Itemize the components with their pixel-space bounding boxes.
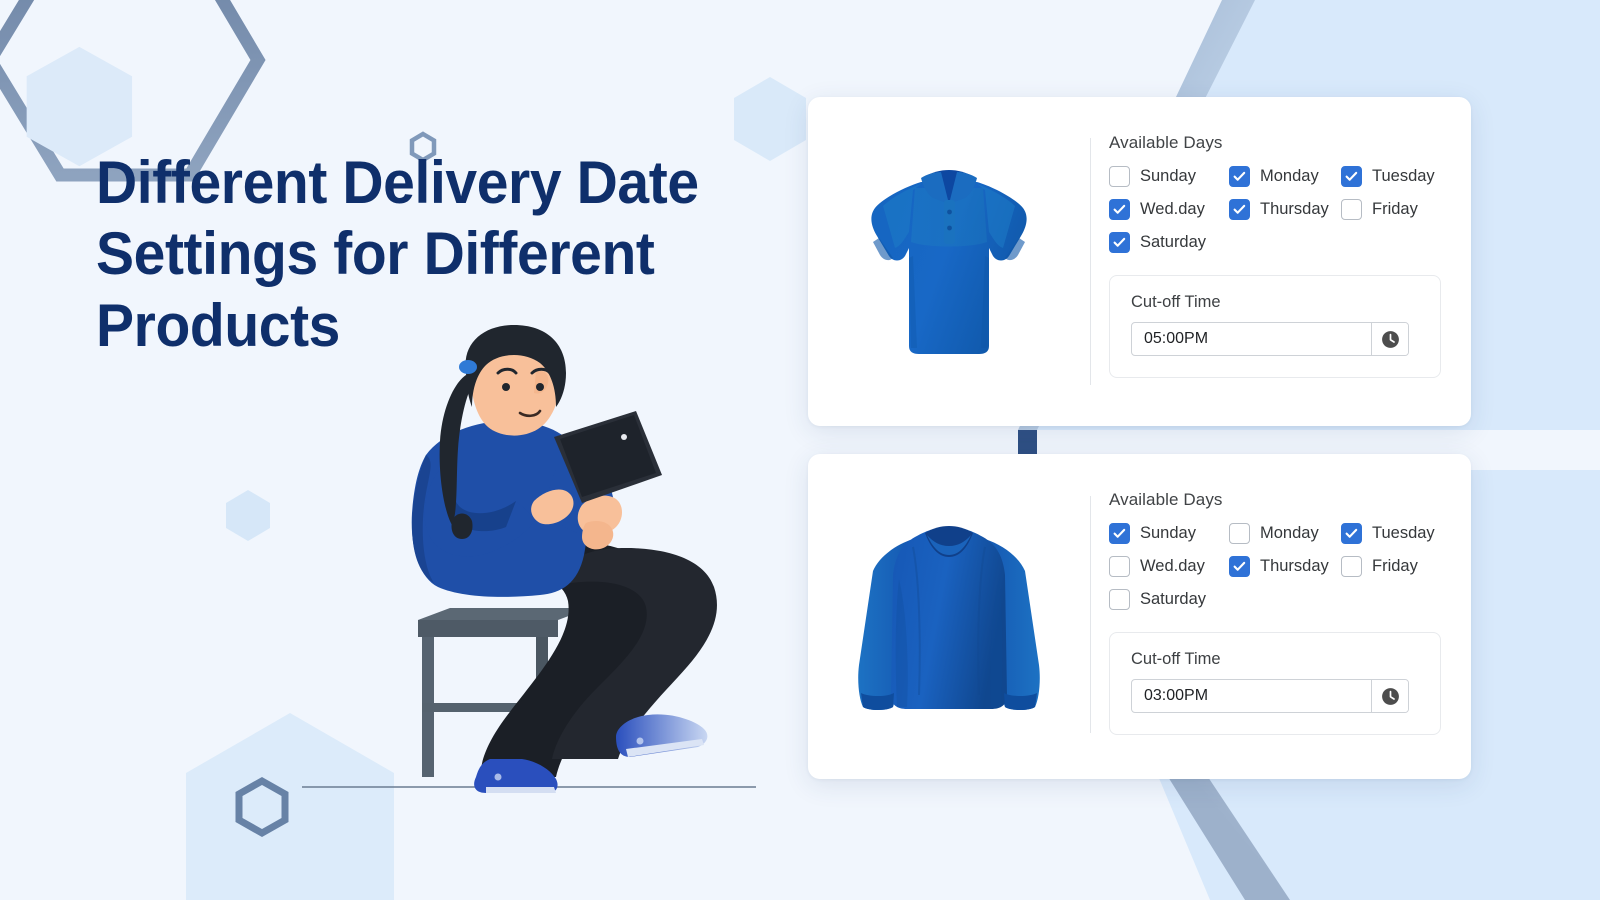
card-settings-body: Available Days Sunday Monday Tuesday Wed… <box>1091 454 1471 779</box>
cutoff-time-input[interactable]: 03:00PM <box>1132 680 1371 712</box>
poster-canvas: Different Delivery Date Settings for Dif… <box>0 0 1600 900</box>
day-checkbox-thursday[interactable]: Thursday <box>1229 556 1341 577</box>
day-label: Saturday <box>1140 590 1207 608</box>
available-days-grid: Sunday Monday Tuesday Wed.day Thursday F… <box>1109 166 1471 253</box>
checkbox-icon[interactable] <box>1229 523 1250 544</box>
cutoff-time-label: Cut-off Time <box>1131 650 1221 668</box>
day-checkbox-wednesday[interactable]: Wed.day <box>1109 199 1229 220</box>
day-label: Thursday <box>1260 200 1329 218</box>
checkbox-icon[interactable] <box>1341 556 1362 577</box>
day-checkbox-tuesday[interactable]: Tuesday <box>1341 523 1471 544</box>
cutoff-time-field[interactable]: 03:00PM <box>1131 679 1409 713</box>
polo-shirt-icon <box>871 169 1027 354</box>
day-label: Friday <box>1372 200 1418 218</box>
cutoff-time-field[interactable]: 05:00PM <box>1131 322 1409 356</box>
available-days-label: Available Days <box>1109 133 1223 152</box>
day-checkbox-monday[interactable]: Monday <box>1229 523 1341 544</box>
day-checkbox-friday[interactable]: Friday <box>1341 556 1471 577</box>
checkbox-icon[interactable] <box>1229 166 1250 187</box>
checkbox-icon[interactable] <box>1109 556 1130 577</box>
available-days-grid: Sunday Monday Tuesday Wed.day Thursday F… <box>1109 523 1471 610</box>
cutoff-time-label: Cut-off Time <box>1131 293 1221 311</box>
checkbox-icon[interactable] <box>1229 556 1250 577</box>
day-checkbox-friday[interactable]: Friday <box>1341 199 1471 220</box>
day-checkbox-sunday[interactable]: Sunday <box>1109 166 1229 187</box>
product-thumbnail-polo[interactable] <box>808 97 1090 426</box>
day-label: Friday <box>1372 557 1418 575</box>
hero-illustration <box>300 325 760 800</box>
day-label: Monday <box>1260 167 1319 185</box>
cutoff-time-input[interactable]: 05:00PM <box>1132 323 1371 355</box>
checkbox-icon[interactable] <box>1341 523 1362 544</box>
day-checkbox-wednesday[interactable]: Wed.day <box>1109 556 1229 577</box>
day-checkbox-tuesday[interactable]: Tuesday <box>1341 166 1471 187</box>
day-label: Tuesday <box>1372 524 1435 542</box>
checkbox-icon[interactable] <box>1109 523 1130 544</box>
cutoff-time-section: Cut-off Time 03:00PM <box>1109 632 1441 735</box>
checkbox-icon[interactable] <box>1109 589 1130 610</box>
day-label: Wed.day <box>1140 200 1205 218</box>
checkbox-icon[interactable] <box>1109 199 1130 220</box>
delivery-settings-card: Available Days Sunday Monday Tuesday Wed… <box>808 454 1471 779</box>
clock-icon[interactable] <box>1371 680 1408 712</box>
day-label: Saturday <box>1140 233 1207 251</box>
card-settings-body: Available Days Sunday Monday Tuesday Wed… <box>1091 97 1471 426</box>
day-checkbox-saturday[interactable]: Saturday <box>1109 232 1229 253</box>
checkbox-icon[interactable] <box>1341 199 1362 220</box>
day-label: Tuesday <box>1372 167 1435 185</box>
day-checkbox-saturday[interactable]: Saturday <box>1109 589 1229 610</box>
checkbox-icon[interactable] <box>1341 166 1362 187</box>
day-checkbox-monday[interactable]: Monday <box>1229 166 1341 187</box>
day-label: Monday <box>1260 524 1319 542</box>
day-label: Sunday <box>1140 524 1196 542</box>
day-label: Thursday <box>1260 557 1329 575</box>
delivery-settings-card: Available Days Sunday Monday Tuesday Wed… <box>808 97 1471 426</box>
day-label: Wed.day <box>1140 557 1205 575</box>
product-thumbnail-long-sleeve[interactable] <box>808 454 1090 779</box>
checkbox-icon[interactable] <box>1109 166 1130 187</box>
day-checkbox-thursday[interactable]: Thursday <box>1229 199 1341 220</box>
day-label: Sunday <box>1140 167 1196 185</box>
checkbox-icon[interactable] <box>1109 232 1130 253</box>
clock-icon[interactable] <box>1371 323 1408 355</box>
day-checkbox-sunday[interactable]: Sunday <box>1109 523 1229 544</box>
checkbox-icon[interactable] <box>1229 199 1250 220</box>
available-days-label: Available Days <box>1109 490 1223 509</box>
cutoff-time-section: Cut-off Time 05:00PM <box>1109 275 1441 378</box>
woman-with-tablet-illustration <box>411 325 717 793</box>
long-sleeve-shirt-icon <box>858 525 1040 710</box>
